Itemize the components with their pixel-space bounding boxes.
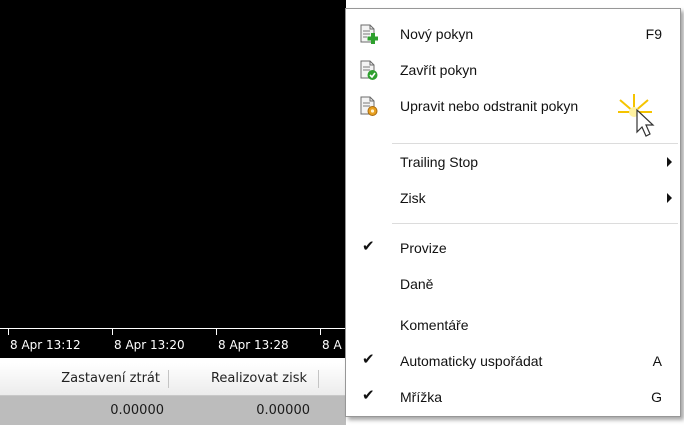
menu-item-taxes[interactable]: Daně [346, 266, 680, 302]
column-header-stop-loss[interactable]: Zastavení ztrát [0, 363, 160, 395]
order-modify-icon [360, 96, 378, 116]
menu-item-label: Zisk [400, 190, 426, 206]
menu-item-new-order[interactable]: Nový pokyn F9 [346, 16, 680, 52]
axis-label: 8 Apr 13:20 [114, 338, 185, 352]
axis-tick [8, 329, 9, 335]
menu-item-label: Nový pokyn [400, 26, 474, 42]
axis-label: 8 Apr 13:12 [10, 338, 81, 352]
axis-tick [320, 329, 321, 335]
shortcut-label: G [651, 389, 662, 405]
checkmark-icon: ✔ [362, 386, 375, 404]
checkmark-icon: ✔ [362, 350, 375, 368]
axis-tick [112, 329, 113, 335]
menu-item-label: Mřížka [400, 389, 442, 405]
menu-item-label: Automaticky uspořádat [400, 353, 543, 369]
column-separator[interactable] [168, 370, 169, 388]
menu-item-label: Provize [400, 240, 447, 256]
shortcut-label: F9 [645, 26, 662, 42]
trade-table-header: Zastavení ztrát Realizovat zisk [0, 363, 346, 396]
mouse-cursor-icon [618, 94, 655, 137]
menu-item-label: Daně [400, 276, 434, 292]
shortcut-label: A [652, 353, 662, 369]
column-separator[interactable] [318, 370, 319, 388]
time-axis: 8 Apr 13:12 8 Apr 13:20 8 Apr 13:28 8 A [0, 328, 346, 358]
column-header-take-profit[interactable]: Realizovat zisk [170, 363, 307, 395]
price-chart[interactable] [0, 0, 346, 328]
menu-item-label: Upravit nebo odstranit pokyn [400, 98, 579, 114]
menu-item-profit[interactable]: Zisk [346, 180, 680, 216]
submenu-arrow-icon [667, 157, 672, 167]
submenu-arrow-icon [667, 193, 672, 203]
menu-separator [392, 223, 678, 224]
menu-item-comments[interactable]: Komentáře [346, 307, 680, 343]
menu-item-grid[interactable]: ✔ Mřížka G [346, 379, 680, 415]
stop-loss-value: 0.00000 [110, 403, 164, 418]
axis-label: 8 Apr 13:28 [218, 338, 289, 352]
checkmark-icon: ✔ [362, 237, 375, 255]
menu-item-label: Komentáře [400, 317, 469, 333]
menu-item-close-order[interactable]: Zavřít pokyn [346, 52, 680, 88]
menu-item-trailing-stop[interactable]: Trailing Stop [346, 144, 680, 180]
menu-item-label: Zavřít pokyn [400, 62, 478, 78]
take-profit-value: 0.00000 [256, 403, 310, 418]
menu-item-label: Trailing Stop [400, 154, 479, 170]
menu-item-commission[interactable]: ✔ Provize [346, 230, 680, 266]
menu-item-auto-arrange[interactable]: ✔ Automaticky uspořádat A [346, 343, 680, 379]
order-add-icon [360, 24, 378, 44]
table-row[interactable]: 0.00000 0.00000 [0, 396, 346, 425]
axis-label: 8 A [322, 338, 342, 352]
context-menu: Nový pokyn F9 Zavřít pokyn Upravit nebo … [345, 8, 681, 417]
axis-tick [216, 329, 217, 335]
order-close-icon [360, 60, 378, 80]
